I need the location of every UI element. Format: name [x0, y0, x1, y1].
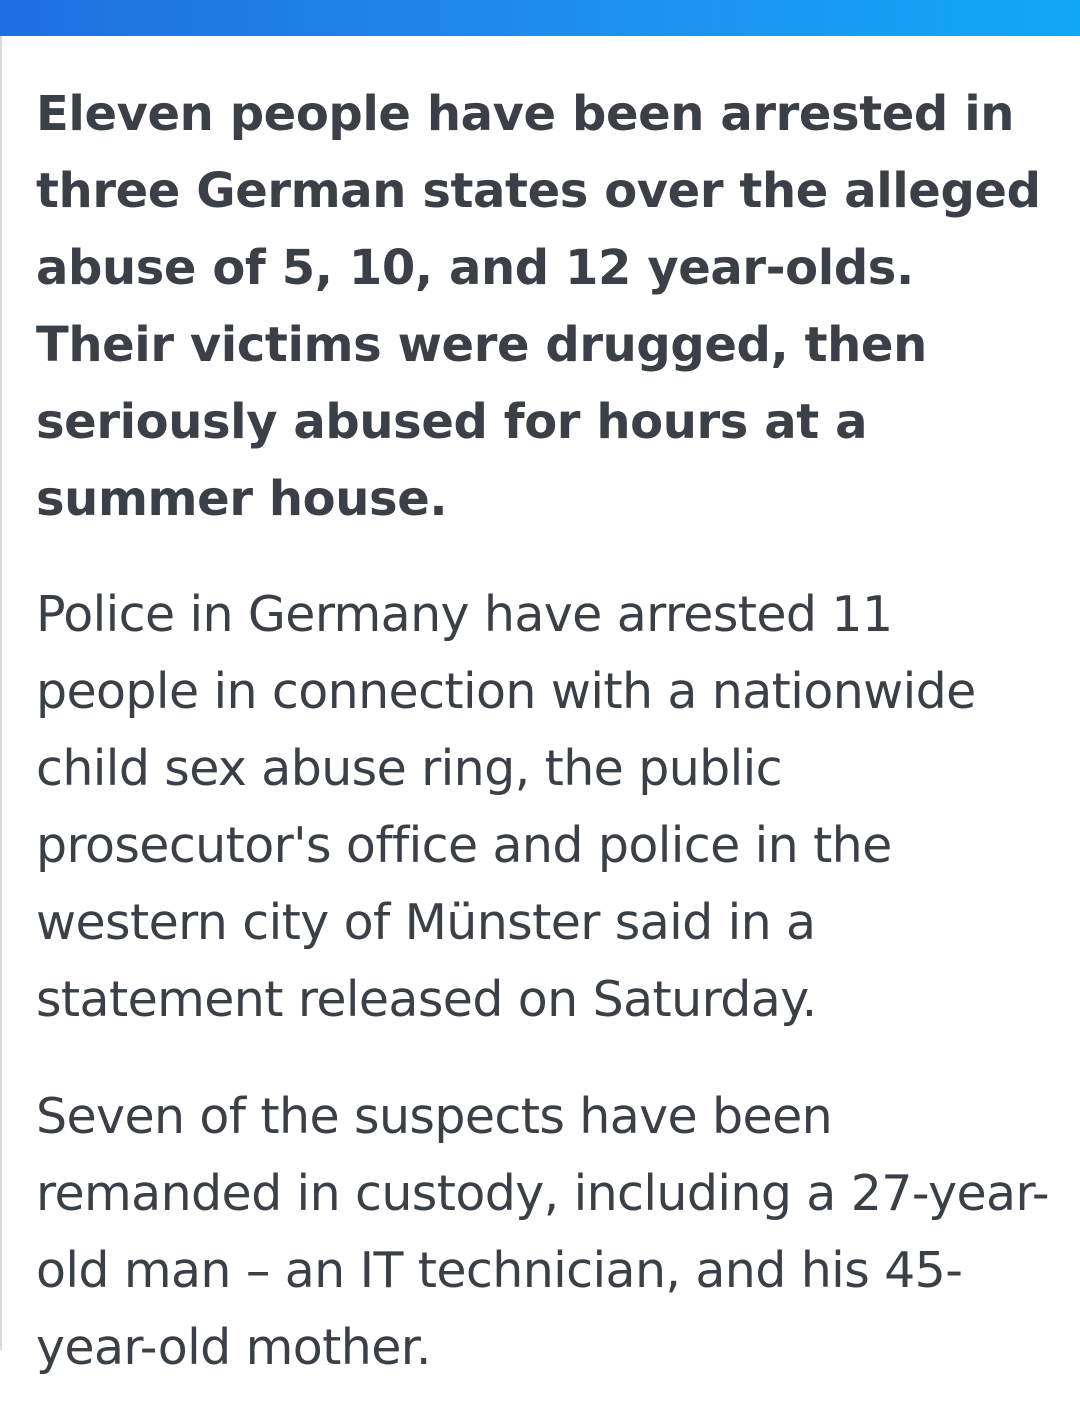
- article-lead: Eleven people have been arrested in thre…: [36, 86, 1041, 527]
- article-paragraph-1: Police in Germany have arrested 11 peopl…: [36, 586, 976, 1028]
- top-accent-bar: [0, 0, 1080, 36]
- left-edge-divider: [0, 36, 2, 1350]
- next-paragraph-cutoff: [36, 1338, 876, 1350]
- article-body: Eleven people have been arrested in thre…: [36, 76, 1066, 1426]
